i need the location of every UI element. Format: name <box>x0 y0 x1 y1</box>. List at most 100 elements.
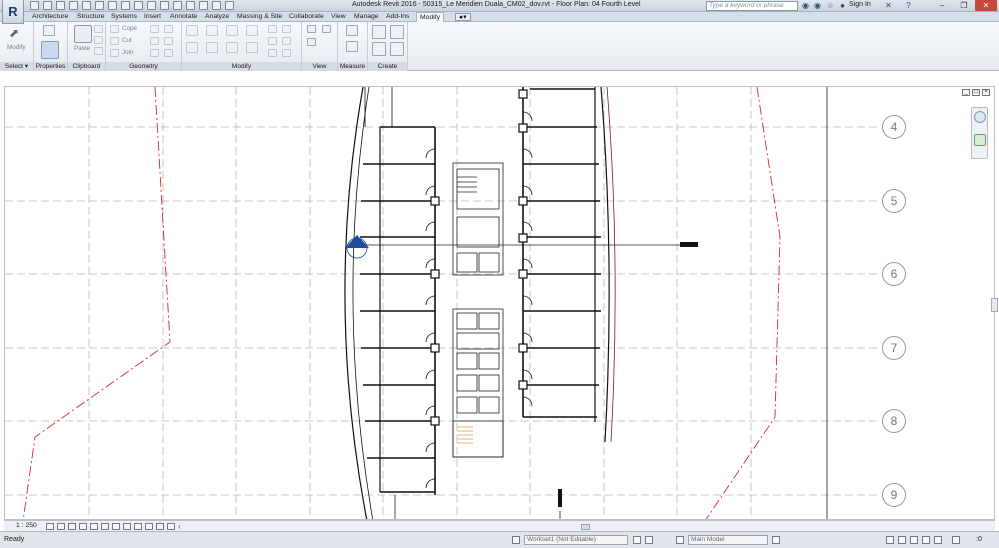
tab-add-ins[interactable]: Add-Ins <box>386 13 409 20</box>
grid-bubble-6[interactable]: 6 <box>882 262 906 286</box>
analytical-model-icon[interactable] <box>156 523 164 530</box>
application-menu-button[interactable]: R <box>2 0 24 24</box>
exclude-options-icon[interactable] <box>676 536 684 544</box>
type-properties-icon[interactable] <box>43 25 55 36</box>
paint-icon[interactable] <box>150 37 159 45</box>
remove-paint-icon[interactable] <box>164 37 173 45</box>
cut-clipboard-icon[interactable] <box>94 25 103 33</box>
print-icon[interactable] <box>95 1 104 10</box>
switch-windows-icon[interactable] <box>212 1 221 10</box>
redo-icon[interactable] <box>82 1 91 10</box>
create-group-icon[interactable] <box>372 42 386 56</box>
detail-level-icon[interactable] <box>46 523 54 530</box>
sync-icon[interactable] <box>56 1 65 10</box>
minimize-icon[interactable]: – <box>931 0 953 11</box>
delete-icon[interactable] <box>282 49 291 57</box>
view-minimize-icon[interactable]: _ <box>962 89 970 96</box>
match-properties-icon[interactable] <box>94 47 103 55</box>
create-similar-icon[interactable] <box>390 42 404 56</box>
design-option-dropdown[interactable]: Main Model <box>688 535 768 545</box>
user-icon[interactable]: ● <box>838 1 847 10</box>
split-face-icon[interactable] <box>150 25 159 33</box>
tab-analyze[interactable]: Analyze <box>205 13 229 20</box>
undo-icon[interactable] <box>69 1 78 10</box>
tab-insert[interactable]: Insert <box>144 13 161 20</box>
tab-modify[interactable]: Modify <box>416 12 445 22</box>
tab-systems[interactable]: Systems <box>111 13 137 20</box>
cope-icon[interactable] <box>110 25 119 33</box>
hide-element-icon[interactable] <box>307 38 316 46</box>
tab-view[interactable]: View <box>331 13 346 20</box>
customize-qat-icon[interactable] <box>225 1 234 10</box>
binoculars-icon[interactable]: ◉ <box>801 1 810 10</box>
scroll-left-icon[interactable]: ‹ <box>178 522 181 531</box>
star-icon[interactable]: ☆ <box>826 1 835 10</box>
join-label[interactable]: Join <box>122 49 134 56</box>
pin-icon[interactable] <box>282 37 291 45</box>
properties-icon[interactable] <box>41 41 59 59</box>
copy-icon[interactable] <box>94 36 103 44</box>
linework-icon[interactable] <box>322 25 331 33</box>
temp-hide-icon[interactable] <box>123 523 131 530</box>
lock-view-icon[interactable] <box>112 523 120 530</box>
cursor-icon[interactable]: ⬈ <box>9 26 23 40</box>
reveal-hidden-icon[interactable] <box>134 523 142 530</box>
tab-annotate[interactable]: Annotate <box>170 13 197 20</box>
zoom-icon[interactable] <box>974 134 986 146</box>
steering-wheel-icon[interactable] <box>974 111 986 123</box>
active-workset-dropdown[interactable]: Workset1 (Not Editable) <box>524 535 628 545</box>
select-pinned-icon[interactable] <box>910 536 918 544</box>
grid-bubble-7[interactable]: 7 <box>882 336 906 360</box>
thin-lines-icon[interactable] <box>186 1 195 10</box>
open-icon[interactable] <box>30 1 39 10</box>
paste-icon[interactable] <box>74 25 92 43</box>
mirror-axis-icon[interactable] <box>226 25 238 36</box>
grid-bubble-8[interactable]: 8 <box>882 409 906 433</box>
3d-view-icon[interactable] <box>160 1 169 10</box>
save-icon[interactable] <box>43 1 52 10</box>
cut-geometry-icon[interactable] <box>110 37 119 45</box>
visual-style-icon[interactable] <box>57 523 65 530</box>
tab-manage[interactable]: Manage <box>354 13 379 20</box>
join-icon[interactable] <box>110 49 119 57</box>
copy-element-icon[interactable] <box>206 42 218 53</box>
view-restore-icon[interactable]: □ <box>972 89 980 96</box>
aligned-dimension-icon[interactable] <box>346 41 358 52</box>
subscription-icon[interactable]: ◉ <box>813 1 822 10</box>
horizontal-scrollbar-thumb[interactable] <box>581 524 590 530</box>
offset-icon[interactable] <box>206 25 218 36</box>
view-close-icon[interactable]: × <box>982 89 990 96</box>
select-underlay-icon[interactable] <box>898 536 906 544</box>
mirror-draw-icon[interactable] <box>246 25 258 36</box>
shadows-icon[interactable] <box>79 523 87 530</box>
select-panel-label[interactable]: Select ▾ <box>0 62 33 71</box>
sign-in-button[interactable]: Sign In <box>849 1 871 8</box>
restore-icon[interactable]: ❐ <box>953 0 975 11</box>
search-input[interactable]: Type a keyword or phrase <box>706 1 798 11</box>
demolish-icon[interactable] <box>150 49 159 57</box>
tab-architecture[interactable]: Architecture <box>32 13 68 20</box>
vertical-scrollbar[interactable] <box>991 298 998 312</box>
cope-label[interactable]: Cope <box>122 25 137 32</box>
grid-bubble-9[interactable]: 9 <box>882 483 906 507</box>
tab-massing-site[interactable]: Massing & Site <box>237 13 282 20</box>
editable-only-icon[interactable] <box>772 536 780 544</box>
floor-plan-view[interactable]: 4 5 6 7 8 9 _ □ × <box>4 86 995 520</box>
dimension-icon[interactable] <box>121 1 130 10</box>
close-hidden-icon[interactable] <box>199 1 208 10</box>
tab-collaborate[interactable]: Collaborate <box>289 13 324 20</box>
measure-icon[interactable] <box>108 1 117 10</box>
worksets-icon[interactable] <box>512 536 520 544</box>
grid-bubble-5[interactable]: 5 <box>882 189 906 213</box>
tab-structure[interactable]: Structure <box>77 13 105 20</box>
select-by-face-icon[interactable] <box>922 536 930 544</box>
grid-bubble-4[interactable]: 4 <box>882 115 906 139</box>
measure-between-icon[interactable] <box>346 25 358 36</box>
trim-extend-icon[interactable] <box>246 42 258 53</box>
join-roof-icon[interactable] <box>164 49 173 57</box>
filter-icon[interactable] <box>952 536 960 544</box>
view-scale[interactable]: 1 : 250 <box>16 522 37 529</box>
modify-tool-label[interactable]: Modify <box>7 44 26 51</box>
show-crop-icon[interactable] <box>101 523 109 530</box>
close-icon[interactable]: ✕ <box>975 0 997 11</box>
